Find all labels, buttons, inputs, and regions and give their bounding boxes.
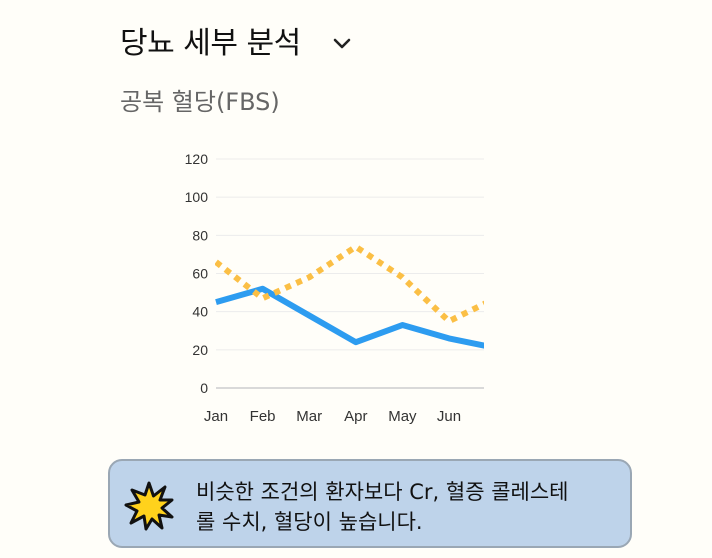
insight-text-line2: 롤 수치, 혈당이 높습니다.: [196, 510, 423, 534]
chart-svg: 020406080100120 JanFebMarAprMayJunJ: [185, 151, 500, 425]
x-tick-label: May: [388, 408, 417, 425]
chart-subtitle: 공복 혈당(FBS): [120, 88, 280, 116]
y-tick-label: 20: [192, 342, 208, 358]
y-tick-label: 120: [185, 151, 209, 167]
header: 당뇨 세부 분석: [120, 18, 353, 62]
series-line-1: [215, 285, 484, 349]
x-tick-label: Feb: [250, 408, 276, 425]
insight-text-line1: 비슷한 조건의 환자보다 Cr, 혈증 콜레스테: [196, 480, 569, 504]
star-burst-icon: [124, 481, 174, 531]
x-tick-label: Jan: [204, 408, 228, 425]
insight-text: 비슷한 조건의 환자보다 Cr, 혈증 콜레스테 롤 수치, 혈당이 높습니다.: [196, 477, 616, 537]
chevron-down-icon[interactable]: [331, 32, 353, 54]
y-tick-label: 80: [192, 227, 208, 243]
y-tick-label: 100: [185, 189, 209, 205]
y-tick-label: 0: [200, 380, 208, 396]
insight-box: 비슷한 조건의 환자보다 Cr, 혈증 콜레스테 롤 수치, 혈당이 높습니다.: [108, 459, 632, 548]
series-line-2: [215, 243, 484, 325]
x-tick-label: Apr: [344, 408, 367, 425]
y-tick-label: 60: [192, 266, 208, 282]
x-tick-label: Jun: [437, 408, 461, 425]
x-tick-label: Mar: [296, 408, 322, 425]
y-tick-label: 40: [192, 304, 208, 320]
fbs-line-chart: 020406080100120 JanFebMarAprMayJunJ: [170, 140, 500, 440]
page-title: 당뇨 세부 분석: [120, 26, 301, 61]
